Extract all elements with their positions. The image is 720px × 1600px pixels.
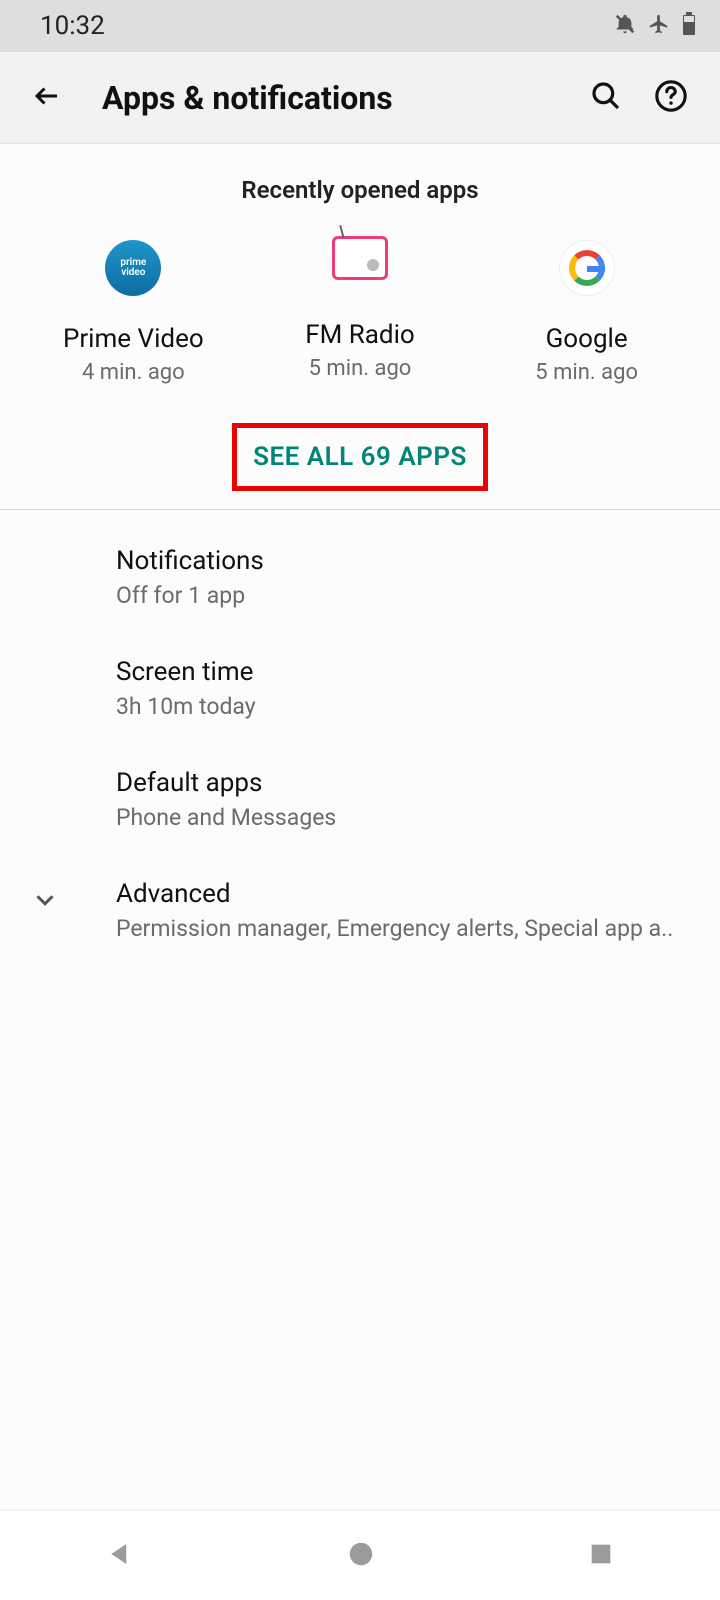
prime-video-icon: primevideo <box>105 240 161 296</box>
nav-home-icon[interactable] <box>326 1519 396 1593</box>
app-time-label: 4 min. ago <box>82 360 185 385</box>
see-all-apps-button[interactable]: SEE ALL 69 APPS <box>232 423 488 491</box>
item-title: Screen time <box>116 657 696 687</box>
app-name-label: Google <box>546 324 628 354</box>
recent-apps-heading: Recently opened apps <box>0 144 720 220</box>
status-icons <box>614 12 696 40</box>
help-icon[interactable] <box>646 71 696 125</box>
settings-item-advanced[interactable]: Advanced Permission manager, Emergency a… <box>0 855 720 966</box>
recent-app-fm-radio[interactable]: FM Radio 5 min. ago <box>260 240 460 385</box>
app-time-label: 5 min. ago <box>535 360 638 385</box>
airplane-mode-icon <box>648 13 670 39</box>
app-time-label: 5 min. ago <box>309 356 412 381</box>
recent-app-google[interactable]: Google 5 min. ago <box>487 240 687 385</box>
page-title: Apps & notifications <box>102 79 566 117</box>
google-icon <box>559 240 615 296</box>
back-icon[interactable] <box>24 73 70 123</box>
app-name-label: Prime Video <box>63 324 204 354</box>
settings-item-notifications[interactable]: Notifications Off for 1 app <box>0 522 720 633</box>
chevron-down-icon <box>30 885 60 919</box>
item-title: Default apps <box>116 768 696 798</box>
settings-list: Notifications Off for 1 app Screen time … <box>0 510 720 978</box>
item-title: Notifications <box>116 546 696 576</box>
recent-apps-row: primevideo Prime Video 4 min. ago FM Rad… <box>0 220 720 415</box>
battery-icon <box>682 12 696 40</box>
app-bar: Apps & notifications <box>0 52 720 144</box>
fm-radio-icon <box>332 236 388 280</box>
settings-item-screen-time[interactable]: Screen time 3h 10m today <box>0 633 720 744</box>
settings-item-default-apps[interactable]: Default apps Phone and Messages <box>0 744 720 855</box>
search-icon[interactable] <box>582 72 630 124</box>
recent-app-prime-video[interactable]: primevideo Prime Video 4 min. ago <box>33 240 233 385</box>
system-nav-bar <box>0 1510 720 1600</box>
nav-recent-icon[interactable] <box>567 1520 635 1592</box>
status-time: 10:32 <box>40 11 105 41</box>
app-name-label: FM Radio <box>305 320 415 350</box>
nav-back-icon[interactable] <box>85 1519 155 1593</box>
status-bar: 10:32 <box>0 0 720 52</box>
item-subtitle: 3h 10m today <box>116 693 696 720</box>
item-subtitle: Off for 1 app <box>116 582 696 609</box>
dnd-off-icon <box>614 13 636 39</box>
item-subtitle: Permission manager, Emergency alerts, Sp… <box>116 915 696 942</box>
item-subtitle: Phone and Messages <box>116 804 696 831</box>
item-title: Advanced <box>116 879 696 909</box>
